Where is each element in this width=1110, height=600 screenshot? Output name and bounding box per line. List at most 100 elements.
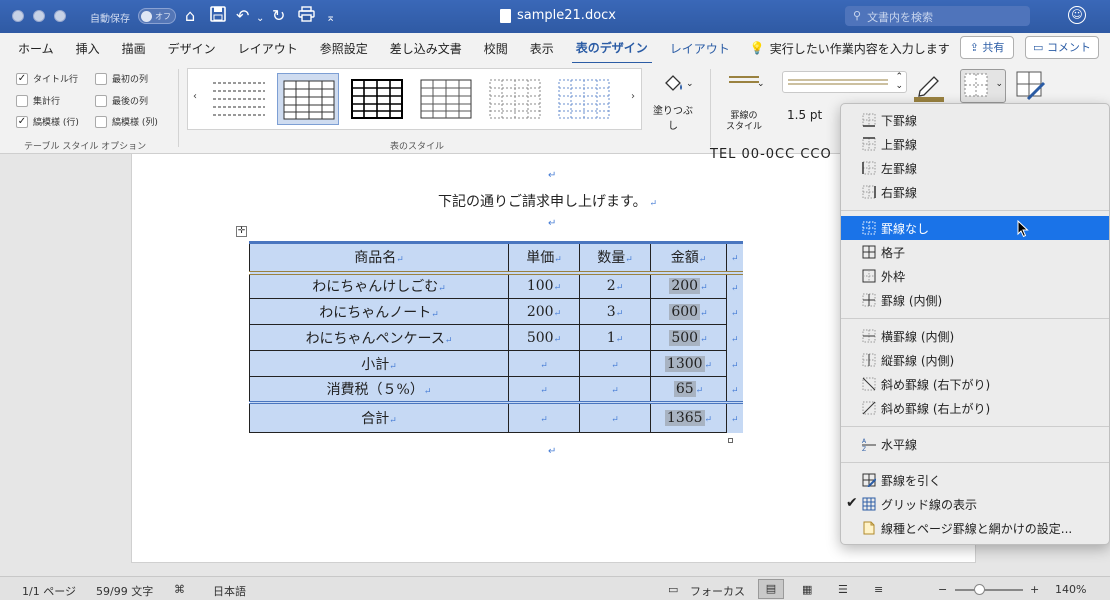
share-button[interactable]: ⇪ 共有	[960, 36, 1014, 59]
language[interactable]: 日本語	[213, 583, 246, 599]
menu-item-left-border[interactable]: 左罫線	[841, 156, 1109, 180]
cell-amount[interactable]: 500 ↵	[650, 324, 727, 351]
print-icon[interactable]	[298, 6, 315, 27]
borders-dropdown-icon[interactable]: ⌄	[995, 79, 1003, 89]
table-style-3[interactable]	[346, 73, 408, 125]
draw-table-button[interactable]	[1014, 69, 1048, 103]
tab-view[interactable]: 表示	[526, 34, 558, 63]
borders-button[interactable]: ⌄	[960, 69, 1006, 103]
close-window-button[interactable]	[12, 10, 24, 22]
tab-layout[interactable]: レイアウト	[234, 34, 302, 63]
menu-item-bottom-border[interactable]: 下罫線	[841, 108, 1109, 132]
cell-name[interactable]: わにちゃんけしごむ↵	[249, 272, 509, 299]
last-column-checkbox[interactable]: 最後の列	[95, 94, 148, 107]
menu-item-top-border[interactable]: 上罫線	[841, 132, 1109, 156]
zoom-slider[interactable]	[955, 584, 1023, 595]
line-style-field[interactable]: ⌃ ⌄	[782, 71, 907, 93]
gallery-next-icon[interactable]: ›	[631, 91, 635, 102]
zoom-out-icon[interactable]: −	[938, 583, 947, 596]
line-weight-field[interactable]: 1.5 pt	[775, 105, 835, 125]
pen-color-button[interactable]	[910, 69, 948, 103]
cell-amount[interactable]: 200 ↵	[650, 272, 727, 299]
redo-icon[interactable]: ↻	[272, 6, 285, 26]
shading-button[interactable]: ⌄ 塗りつぶし	[648, 71, 698, 132]
undo-dropdown-icon[interactable]: ⌄	[256, 9, 264, 29]
cell-name[interactable]: わにちゃんペンケース↵	[249, 324, 509, 351]
gallery-prev-icon[interactable]: ‹	[193, 91, 197, 102]
cell-qty[interactable]: ↵	[579, 401, 651, 433]
banded-rows-checkbox[interactable]: ✓ 縞模様 (行)	[16, 115, 79, 128]
cell-price[interactable]: 500↵	[508, 324, 580, 351]
cell-name[interactable]: わにちゃんノート↵	[249, 298, 509, 325]
header-qty[interactable]: 数量↵	[579, 241, 651, 275]
undo-icon[interactable]: ↶	[236, 6, 249, 26]
search-input[interactable]: ⚲ 文書内を検索	[845, 6, 1030, 26]
tab-design[interactable]: デザイン	[164, 34, 220, 63]
cell-price[interactable]: ↵	[508, 350, 580, 377]
menu-item-all-borders[interactable]: 格子	[841, 240, 1109, 264]
table-style-2-selected[interactable]	[277, 73, 339, 125]
menu-item-view-gridlines[interactable]: ✔ グリッド線の表示	[841, 492, 1109, 516]
table-move-handle[interactable]: ✛	[236, 226, 247, 237]
header-amount[interactable]: 金額↵	[650, 241, 727, 275]
cell-qty[interactable]: ↵	[579, 376, 651, 403]
menu-item-outside-borders[interactable]: 外枠	[841, 264, 1109, 288]
zoom-level[interactable]: 140%	[1055, 583, 1086, 596]
print-layout-icon[interactable]: ▤	[758, 579, 784, 599]
outline-view-icon[interactable]: ☰	[838, 583, 848, 596]
cell-name[interactable]: 合計↵	[249, 401, 509, 433]
table-style-6[interactable]	[553, 73, 615, 125]
cell-amount[interactable]: 1300 ↵	[650, 350, 727, 377]
tab-insert[interactable]: 挿入	[72, 34, 104, 63]
proofing-icon[interactable]: ⌘	[174, 583, 185, 596]
banded-columns-checkbox[interactable]: 縞模様 (列)	[95, 115, 158, 128]
header-price[interactable]: 単価↵	[508, 241, 580, 275]
invoice-table[interactable]: 商品名↵ 単価↵ 数量↵ 金額↵ ↵ わにちゃんけしごむ↵ 100↵ 2↵ 20…	[249, 241, 743, 433]
cell-qty[interactable]: 2↵	[579, 272, 651, 299]
menu-item-diagonal-down[interactable]: 斜め罫線 (右下がり)	[841, 372, 1109, 396]
menu-item-inside-borders[interactable]: 罫線 (内側)	[841, 288, 1109, 312]
border-style-dropdown-icon[interactable]: ⌄	[757, 79, 765, 89]
tab-mailings[interactable]: 差し込み文書	[386, 34, 466, 63]
home-icon[interactable]: ⌂	[185, 6, 195, 26]
draft-view-icon[interactable]: ≡	[874, 583, 883, 596]
cell-qty[interactable]: ↵	[579, 350, 651, 377]
cell-price[interactable]: ↵	[508, 401, 580, 433]
menu-item-draw-table[interactable]: 罫線を引く	[841, 468, 1109, 492]
menu-item-no-border[interactable]: 罫線なし	[841, 216, 1109, 240]
tab-table-layout[interactable]: レイアウト	[666, 34, 734, 63]
menu-item-inside-horizontal[interactable]: 横罫線 (内側)	[841, 324, 1109, 348]
line-style-stepper-icon[interactable]: ⌃ ⌄	[895, 73, 903, 91]
customize-toolbar-icon[interactable]: ⌅	[326, 8, 335, 28]
cell-price[interactable]: 100↵	[508, 272, 580, 299]
total-row-checkbox[interactable]: 集計行	[16, 94, 60, 107]
menu-item-diagonal-up[interactable]: 斜め罫線 (右上がり)	[841, 396, 1109, 420]
tab-draw[interactable]: 描画	[118, 34, 150, 63]
cell-amount[interactable]: 600 ↵	[650, 298, 727, 325]
zoom-in-icon[interactable]: +	[1030, 583, 1039, 596]
cell-amount[interactable]: 65 ↵	[650, 376, 727, 403]
zoom-slider-knob[interactable]	[974, 584, 985, 595]
cell-price[interactable]: ↵	[508, 376, 580, 403]
cell-amount[interactable]: 1365 ↵	[650, 401, 727, 433]
cell-price[interactable]: 200↵	[508, 298, 580, 325]
tab-table-design[interactable]: 表のデザイン	[571, 33, 652, 64]
header-name[interactable]: 商品名↵	[249, 241, 509, 275]
comments-button[interactable]: ▭ コメント	[1025, 36, 1099, 59]
menu-item-horizontal-line[interactable]: AZ 水平線	[841, 432, 1109, 456]
focus-mode[interactable]: フォーカス	[690, 583, 745, 599]
cell-qty[interactable]: 1↵	[579, 324, 651, 351]
tell-me-box[interactable]: 💡 実行したい作業内容を入力します	[750, 40, 950, 57]
web-layout-icon[interactable]: ▦	[802, 583, 812, 596]
menu-item-right-border[interactable]: 右罫線	[841, 180, 1109, 204]
table-resize-handle[interactable]	[728, 438, 733, 443]
tab-home[interactable]: ホーム	[14, 34, 58, 63]
word-count[interactable]: 59/99 文字	[96, 583, 153, 599]
page-count[interactable]: 1/1 ページ	[22, 583, 76, 599]
autosave-toggle[interactable]: オフ	[138, 8, 176, 24]
table-style-1[interactable]	[208, 73, 270, 125]
account-icon[interactable]: ☺	[1068, 6, 1086, 24]
menu-item-inside-vertical[interactable]: 縦罫線 (内側)	[841, 348, 1109, 372]
first-column-checkbox[interactable]: 最初の列	[95, 72, 148, 85]
minimize-window-button[interactable]	[33, 10, 45, 22]
